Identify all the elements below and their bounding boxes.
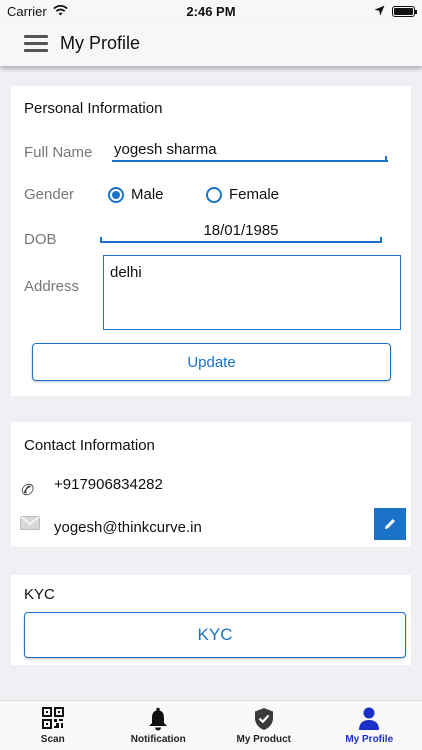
dob-input[interactable] (100, 219, 382, 243)
contact-information-title: Contact Information (24, 437, 155, 454)
gender-female-label: Female (229, 186, 280, 203)
status-bar: Carrier 2:46 PM (0, 0, 422, 22)
radio-selected-icon (108, 186, 124, 203)
tab-my-profile[interactable]: My Profile (317, 701, 422, 750)
gender-label: Gender (24, 186, 75, 203)
contact-information-card: Contact Information ✆ +917906834282 yoge… (11, 422, 411, 547)
edit-contact-button[interactable] (374, 508, 406, 540)
personal-information-title: Personal Information (24, 100, 163, 117)
address-label: Address (24, 278, 80, 295)
gender-male-radio[interactable]: Male (108, 186, 164, 203)
personal-information-card: Personal Information Full Name Gender Ma… (11, 86, 411, 396)
status-time: 2:46 PM (186, 4, 236, 19)
phone-row: ✆ +917906834282 (11, 474, 411, 500)
full-name-input[interactable] (112, 138, 388, 162)
address-input[interactable]: delhi (103, 255, 401, 330)
pencil-icon (385, 519, 395, 529)
tab-my-product-label: My Product (236, 734, 291, 745)
phone-number: +917906834282 (54, 476, 163, 493)
gender-male-label: Male (131, 186, 164, 203)
qr-code-icon (40, 707, 66, 731)
email-address: yogesh@thinkcurve.in (54, 519, 202, 536)
update-button[interactable]: Update (32, 343, 391, 381)
phone-icon: ✆ (20, 482, 33, 499)
gender-female-radio[interactable]: Female (206, 186, 279, 203)
kyc-card: KYC KYC (11, 575, 411, 665)
tab-scan-label: Scan (40, 734, 65, 745)
tab-scan[interactable]: Scan (0, 701, 106, 750)
bell-icon (145, 707, 171, 731)
mail-icon (20, 516, 40, 530)
radio-unselected-icon (206, 186, 222, 203)
person-icon (356, 707, 382, 731)
tab-notification-label: Notification (130, 734, 186, 745)
dob-label: DOB (24, 231, 57, 248)
tab-bar: Scan Notification My Product My Profile (0, 700, 422, 750)
battery-icon (392, 6, 417, 17)
shield-check-icon (251, 707, 277, 731)
full-name-label: Full Name (24, 144, 93, 161)
email-row: yogesh@thinkcurve.in (11, 514, 411, 540)
page-title: My Profile (60, 33, 141, 53)
tab-my-profile-label: My Profile (345, 734, 394, 745)
menu-icon[interactable] (24, 35, 48, 53)
location-arrow-icon (374, 5, 385, 16)
kyc-button[interactable]: KYC (24, 612, 406, 658)
tab-notification[interactable]: Notification (106, 701, 212, 750)
kyc-title: KYC (24, 586, 55, 603)
navigation-bar: My Profile (0, 22, 422, 66)
tab-my-product[interactable]: My Product (211, 701, 317, 750)
